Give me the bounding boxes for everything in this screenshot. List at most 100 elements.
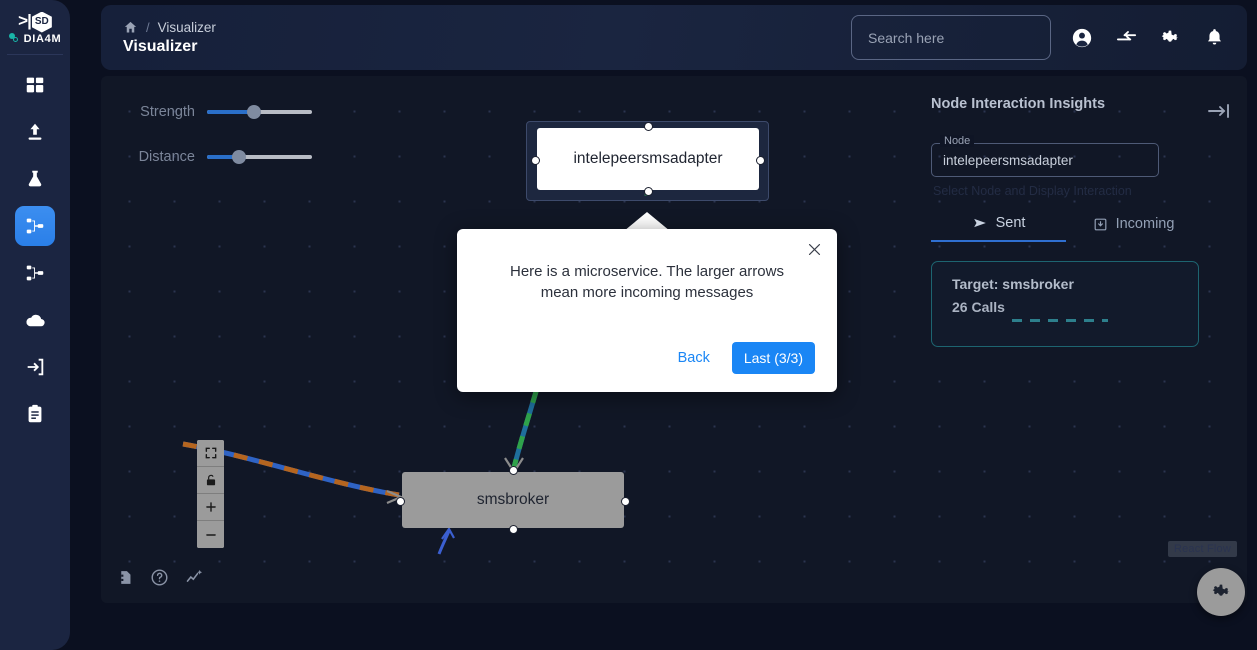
insights-button[interactable] xyxy=(185,567,205,587)
tour-popover-text: Here is a microservice. The larger arrow… xyxy=(510,263,784,302)
node-smsbroker-handle-top[interactable] xyxy=(509,466,518,475)
breadcrumb-item-visualizer[interactable]: Visualizer xyxy=(158,20,216,35)
visualizer-app: >| SD DIA4M / Visualizer Visualizer Sear… xyxy=(0,0,1257,650)
clipboard-icon xyxy=(28,404,42,423)
sidebar-item-visualizer[interactable] xyxy=(15,206,55,246)
reset-flow-button[interactable] xyxy=(1197,568,1245,616)
send-icon xyxy=(972,216,988,230)
settings-button[interactable] xyxy=(1157,25,1183,51)
brand-arrow-glyph: >| xyxy=(18,10,32,30)
account-circle-icon xyxy=(1072,28,1092,47)
lock-icon xyxy=(206,474,215,486)
arrow-to-right-icon xyxy=(1208,104,1229,118)
sitemap-outline-icon xyxy=(26,265,44,281)
tab-sent-label: Sent xyxy=(995,215,1026,231)
notifications-button[interactable] xyxy=(1201,25,1227,51)
brand-hexagon-icon: SD xyxy=(31,11,52,33)
home-icon[interactable] xyxy=(123,20,138,35)
bell-icon xyxy=(1207,29,1221,45)
react-flow-attribution[interactable]: React Flow xyxy=(1167,541,1237,557)
tab-incoming[interactable]: Incoming xyxy=(1066,215,1201,242)
tab-sent[interactable]: Sent xyxy=(931,215,1066,242)
node-smsbroker[interactable]: smsbroker xyxy=(396,466,630,534)
tour-popover-actions: Back Last (3/3) xyxy=(672,342,815,374)
zoom-in-button[interactable] xyxy=(197,494,224,521)
node-field-legend: Node xyxy=(940,135,975,147)
node-intelepeersmsadapter-label: intelepeersmsadapter xyxy=(573,150,723,167)
node-interaction-insights-panel: Node Interaction Insights Node intelepee… xyxy=(931,96,1231,347)
node-handle-right[interactable] xyxy=(756,156,765,165)
fit-view-button[interactable] xyxy=(197,440,224,467)
upload-icon xyxy=(28,123,42,140)
node-smsbroker-handle-bottom[interactable] xyxy=(509,525,518,534)
node-handle-bottom[interactable] xyxy=(644,187,653,196)
node-field-value: intelepeersmsadapter xyxy=(943,152,1073,168)
inbox-icon xyxy=(1093,217,1108,232)
node-handle-left[interactable] xyxy=(531,156,540,165)
cloud-icon xyxy=(25,314,45,326)
target-card-title: Target: smsbroker xyxy=(952,276,1074,292)
lock-button[interactable] xyxy=(197,467,224,494)
top-header: / Visualizer Visualizer xyxy=(101,5,1247,70)
flow-controls xyxy=(197,440,224,548)
fit-screen-icon xyxy=(205,447,216,459)
plus-icon xyxy=(205,502,216,512)
brand-mark: >| SD xyxy=(18,9,52,33)
insights-tabs: Sent Incoming xyxy=(931,215,1201,242)
node-handle-top[interactable] xyxy=(644,122,653,131)
document-button[interactable] xyxy=(117,569,134,586)
search-input[interactable] xyxy=(866,28,1036,47)
help-button[interactable] xyxy=(150,568,169,587)
target-card-calls: 26 Calls xyxy=(952,299,1005,315)
node-smsbroker-label: smsbroker xyxy=(476,491,550,508)
target-card[interactable]: Target: smsbroker 26 Calls xyxy=(931,261,1199,347)
header-left: / Visualizer Visualizer xyxy=(101,20,216,56)
sidebar-item-cloud[interactable] xyxy=(15,300,55,340)
brand-name-text: DIA4M xyxy=(23,33,62,45)
brand-wordmark: DIA4M xyxy=(8,33,62,45)
sitemap-icon xyxy=(26,218,44,234)
next-button[interactable]: Last (3/3) xyxy=(731,342,815,374)
sidebar-item-experiments[interactable] xyxy=(15,159,55,199)
analytics-sparkle-icon xyxy=(186,569,203,582)
node-field-helper-text: Select Node and Display Interaction xyxy=(933,184,1132,198)
target-card-edge-sample xyxy=(1012,319,1108,322)
collapse-panel-button[interactable] xyxy=(1207,102,1231,125)
grid-icon xyxy=(26,77,44,93)
breadcrumb: / Visualizer xyxy=(123,20,216,35)
insights-header: Node Interaction Insights xyxy=(931,96,1231,125)
back-button[interactable]: Back xyxy=(672,349,716,367)
sidebar-item-topology[interactable] xyxy=(15,253,55,293)
node-smsbroker-handle-right[interactable] xyxy=(621,497,630,506)
zoom-out-button[interactable] xyxy=(197,521,224,548)
sidebar: >| SD DIA4M xyxy=(0,0,70,650)
file-icon xyxy=(121,570,131,584)
node-field-wrap: Node intelepeersmsadapter xyxy=(931,135,1159,177)
help-circle-icon xyxy=(151,569,168,585)
close-button[interactable] xyxy=(806,241,823,263)
account-button[interactable] xyxy=(1069,25,1095,51)
node-intelepeersmsadapter[interactable]: intelepeersmsadapter xyxy=(531,122,765,196)
minus-icon xyxy=(205,533,216,536)
search-box[interactable] xyxy=(851,15,1051,60)
sync-button[interactable] xyxy=(1113,25,1139,51)
insights-title: Node Interaction Insights xyxy=(931,96,1106,112)
node-field[interactable]: intelepeersmsadapter xyxy=(931,143,1159,177)
gear-icon xyxy=(1212,584,1230,596)
node-smsbroker-handle-left[interactable] xyxy=(396,497,405,506)
sidebar-item-login[interactable] xyxy=(15,347,55,387)
sidebar-item-dashboard[interactable] xyxy=(15,65,55,105)
page-title: Visualizer xyxy=(123,37,198,55)
canvas-bottom-toolbar xyxy=(117,567,205,587)
brand-logo[interactable]: >| SD DIA4M xyxy=(0,0,70,45)
tour-popover: Here is a microservice. The larger arrow… xyxy=(457,229,837,392)
tab-incoming-label: Incoming xyxy=(1115,216,1175,232)
sidebar-nav xyxy=(15,65,55,434)
sidebar-item-reports[interactable] xyxy=(15,394,55,434)
brand-hexagon-text: SD xyxy=(34,16,49,27)
close-icon xyxy=(808,243,821,256)
breadcrumb-separator: / xyxy=(146,19,150,35)
sidebar-divider xyxy=(7,54,63,55)
flask-icon xyxy=(28,170,42,187)
sidebar-item-upload[interactable] xyxy=(15,112,55,152)
